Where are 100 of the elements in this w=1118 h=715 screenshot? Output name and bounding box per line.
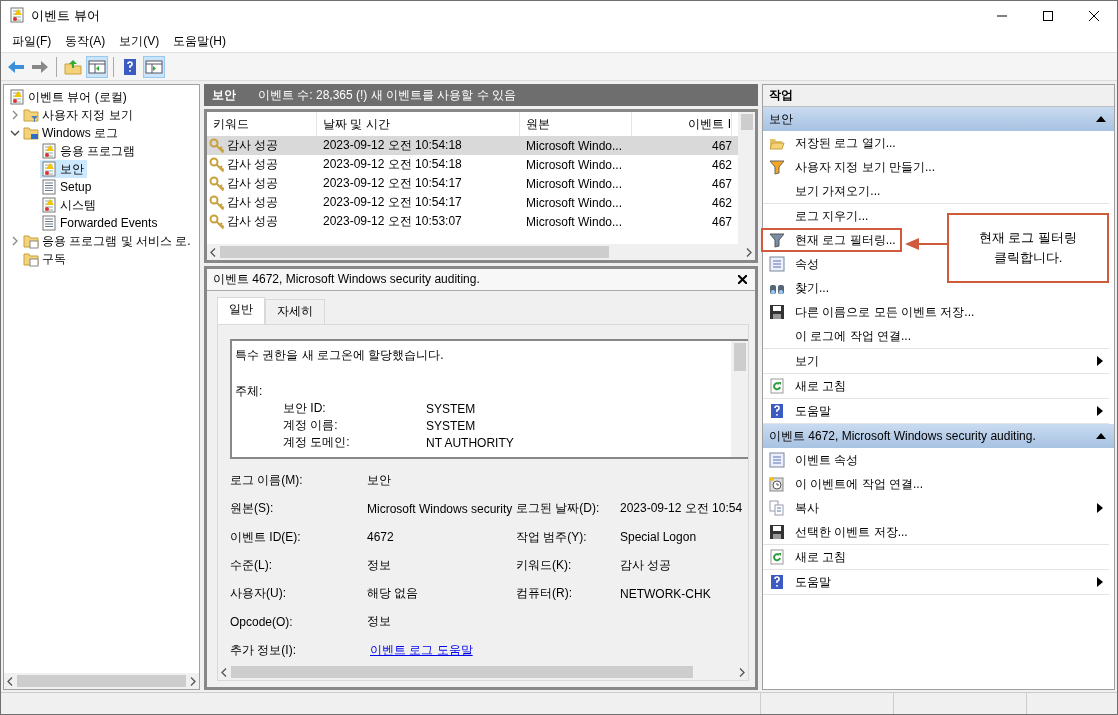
tree-item[interactable]: Setup: [40, 178, 95, 196]
show-tree-icon: [88, 58, 106, 75]
action-item[interactable]: 선택한 이벤트 저장...: [761, 520, 914, 544]
field-value: 보안: [367, 472, 392, 489]
table-cell: 감사 성공: [207, 193, 317, 212]
log-name: 보안: [212, 86, 236, 104]
key-icon: [209, 156, 225, 173]
event-title: 이벤트 4672, Microsoft Windows security auditing.: [213, 271, 480, 288]
close-icon[interactable]: [1089, 11, 1099, 21]
scroll-right-icon[interactable]: [190, 676, 196, 686]
table-cell-text: 467: [710, 137, 732, 155]
field-label: 수준(L):: [230, 556, 273, 574]
refresh-icon: [769, 549, 785, 565]
menu-item[interactable]: 보기(V): [112, 31, 167, 52]
vertical-scrollbar[interactable]: [731, 341, 748, 457]
tree-item[interactable]: 시스템: [40, 196, 99, 214]
action-item[interactable]: 저장된 로그 열기...: [761, 131, 902, 155]
tree-item[interactable]: 이벤트 뷰어 (로컬): [8, 88, 130, 106]
action-item[interactable]: 다른 이름으로 모든 이벤트 저장...: [761, 300, 981, 324]
horizontal-scrollbar[interactable]: [207, 244, 755, 260]
scroll-left-icon[interactable]: [210, 247, 216, 257]
table-row[interactable]: 감사 성공 2023-09-12 오전 10:54:18 Microsoft Windo... 467: [207, 136, 738, 155]
close-icon[interactable]: [738, 275, 747, 284]
scroll-right-icon[interactable]: [746, 247, 752, 257]
horizontal-scrollbar[interactable]: [4, 673, 199, 689]
app-icon: [9, 6, 25, 23]
scroll-left-icon[interactable]: [7, 676, 13, 686]
properties-icon: [769, 256, 785, 272]
table-cell-text: 2023-09-12 오전 10:53:07: [322, 213, 463, 230]
section-header[interactable]: 이벤트 4672, Microsoft Windows security auditing.: [763, 424, 1114, 448]
table-cell: 감사 성공: [207, 155, 317, 174]
filter-icon: [769, 159, 785, 175]
collapse-chevron-icon[interactable]: [10, 129, 20, 137]
tab[interactable]: 자세히: [265, 299, 325, 324]
field-label: 작업 범주(Y):: [516, 528, 588, 546]
action-item[interactable]: 현재 로그 필터링...: [761, 228, 902, 252]
folder-icon: [23, 233, 39, 249]
scroll-right-icon[interactable]: [739, 667, 745, 677]
field-label: 원본(S):: [230, 500, 275, 518]
window-title: 이벤트 뷰어: [31, 7, 101, 25]
menu-item[interactable]: 동작(A): [58, 31, 113, 52]
action-item[interactable]: 이 로그에 작업 연결...: [761, 324, 917, 348]
maximize-icon[interactable]: [1043, 11, 1053, 21]
save-icon: [769, 304, 785, 320]
refresh-icon: [769, 378, 785, 394]
field-label: 컴퓨터(R):: [516, 585, 573, 603]
action-item[interactable]: 새로 고침: [761, 374, 853, 398]
action-item[interactable]: 찾기...: [761, 276, 835, 300]
action-item[interactable]: 보기 가져오기...: [761, 179, 887, 203]
expand-chevron-icon[interactable]: [11, 110, 19, 120]
action-item[interactable]: 로그 지우기...: [761, 204, 875, 228]
action-item[interactable]: 이벤트 속성: [761, 448, 865, 472]
field-label: Opcode(O):: [230, 613, 294, 631]
help-link[interactable]: 이벤트 로그 도움말: [367, 640, 516, 660]
scroll-left-icon[interactable]: [221, 667, 227, 677]
filter-folder-icon: [23, 107, 39, 123]
section-header[interactable]: 보안: [763, 107, 1114, 131]
tree-item[interactable]: 사용자 지정 보기: [22, 106, 136, 124]
expand-chevron-icon[interactable]: [11, 236, 19, 246]
key-icon: [209, 194, 225, 211]
action-item[interactable]: 보기: [761, 349, 1109, 373]
field-value: NETWORK-CHK: [620, 585, 712, 603]
action-item[interactable]: 이 이벤트에 작업 연결...: [761, 472, 929, 496]
tab[interactable]: 일반: [217, 297, 265, 324]
toolbar-button[interactable]: [143, 55, 165, 78]
table-cell-text: Microsoft Windo...: [525, 137, 624, 155]
tree-item[interactable]: 보안: [40, 160, 87, 178]
tree-item[interactable]: Windows 로그: [22, 124, 121, 142]
tree-item[interactable]: 응용 프로그램: [40, 142, 139, 160]
field-value: Microsoft Windows security: [367, 500, 514, 518]
table-cell-text: 2023-09-12 오전 10:54:18: [322, 137, 463, 154]
field-value: 해당 없음: [367, 585, 420, 603]
clock-icon: [769, 476, 785, 492]
table-cell-text: 2023-09-12 오전 10:54:18: [322, 156, 463, 173]
help-icon: [769, 574, 785, 590]
table-cell-text: 2023-09-12 오전 10:54:17: [322, 194, 463, 211]
horizontal-scrollbar[interactable]: [218, 664, 748, 680]
tree-item[interactable]: 응용 프로그램 및 서비스 로.: [22, 232, 194, 250]
table-cell-text: 462: [710, 194, 732, 212]
action-item[interactable]: 도움말: [761, 399, 1109, 423]
collapse-icon[interactable]: [1096, 433, 1106, 439]
action-item[interactable]: 속성: [761, 252, 825, 276]
tree-item[interactable]: 구독: [22, 250, 69, 268]
table-cell: 감사 성공: [207, 174, 317, 193]
vertical-scrollbar[interactable]: [738, 112, 755, 244]
event-count: 이벤트 수: 28,365 (!) 새 이벤트를 사용할 수 있음: [258, 86, 517, 104]
field-label: 로그된 날짜(D):: [516, 500, 601, 518]
action-item[interactable]: 사용자 지정 보기 만들기...: [761, 155, 941, 179]
toolbar-button[interactable]: [86, 55, 108, 78]
action-item[interactable]: 새로 고침: [761, 545, 853, 569]
description-text: 주체:: [235, 383, 264, 400]
table-cell-text: Microsoft Windo...: [525, 175, 624, 193]
menu-item[interactable]: 파일(F): [5, 31, 59, 52]
forward-arrow-icon: [31, 58, 49, 75]
collapse-icon[interactable]: [1096, 116, 1106, 122]
back-arrow-icon: [7, 58, 25, 75]
tree-item[interactable]: Forwarded Events: [40, 214, 161, 232]
action-item[interactable]: 도움말: [761, 570, 1109, 594]
menu-item[interactable]: 도움말(H): [166, 31, 233, 52]
action-item[interactable]: 복사: [761, 496, 1109, 520]
